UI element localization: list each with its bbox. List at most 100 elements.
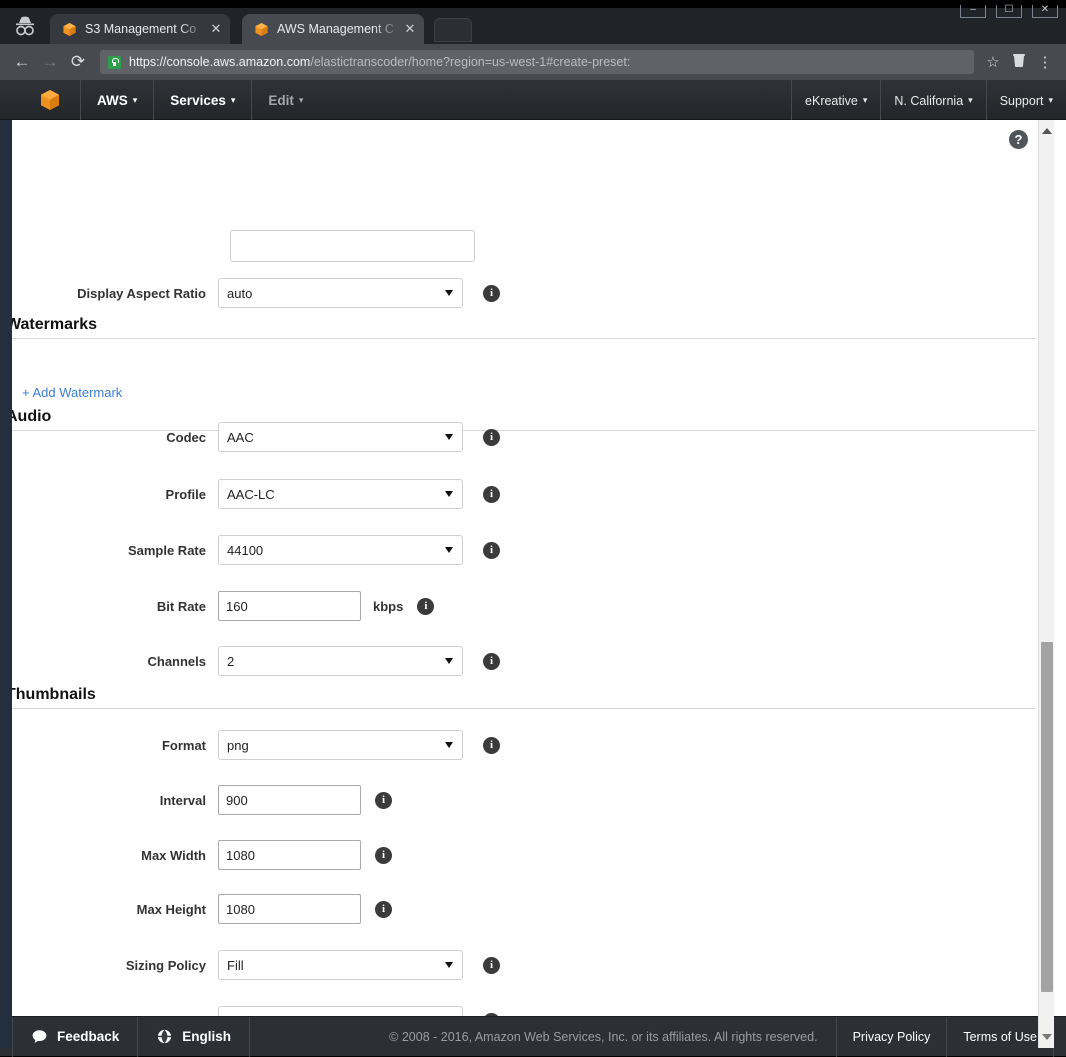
field-label: Max Width — [12, 848, 218, 863]
field-row-display-aspect-ratio: Display Aspect Ratio auto i — [12, 278, 1042, 308]
nav-item-label: eKreative — [805, 94, 858, 108]
forward-arrow-icon: → — [42, 52, 59, 72]
info-icon[interactable]: i — [483, 486, 500, 503]
section-title: Watermarks — [12, 316, 1042, 334]
minimize-icon: – — [970, 5, 976, 15]
chevron-down-icon — [445, 491, 453, 497]
browser-tab-aws-console[interactable]: AWS Management C ✕ — [242, 14, 424, 44]
chevron-down-icon — [445, 962, 453, 968]
thumbnail-max-width-input[interactable]: 1080 — [218, 840, 361, 870]
select-value: Fill — [227, 958, 244, 973]
audio-channels-select[interactable]: 2 — [218, 646, 463, 676]
extension-icon[interactable] — [1006, 52, 1032, 72]
input-value: 1080 — [226, 902, 255, 917]
lock-icon — [108, 56, 121, 69]
info-icon[interactable]: i — [483, 542, 500, 559]
field-label: Interval — [12, 793, 218, 808]
chevron-down-icon: ▾ — [863, 80, 868, 120]
partial-field-above[interactable] — [230, 230, 475, 262]
back-arrow-icon: ← — [14, 52, 31, 72]
globe-icon — [156, 1028, 173, 1045]
field-label: Max Height — [12, 902, 218, 917]
language-button[interactable]: English — [138, 1017, 250, 1057]
aws-cube-logo[interactable] — [38, 88, 62, 112]
field-label: Display Aspect Ratio — [12, 286, 218, 301]
new-tab-button[interactable] — [434, 18, 472, 42]
window-maximize-button[interactable]: ☐ — [996, 5, 1022, 18]
chevron-down-icon: ▾ — [133, 80, 138, 120]
aws-cube-favicon — [254, 22, 269, 37]
feedback-button[interactable]: Feedback — [12, 1017, 138, 1057]
scroll-down-arrow-icon[interactable] — [1042, 1034, 1052, 1040]
nav-item-account[interactable]: eKreative ▾ — [792, 80, 880, 120]
input-value: 1080 — [226, 848, 255, 863]
chevron-down-icon — [445, 742, 453, 748]
field-label: Profile — [12, 487, 218, 502]
field-row-codec: Codec AAC i — [12, 422, 1042, 452]
audio-profile-select[interactable]: AAC-LC — [218, 479, 463, 509]
chevron-down-icon: ▾ — [968, 80, 973, 120]
reload-icon: ⟳ — [71, 52, 85, 72]
chevron-down-icon — [445, 290, 453, 296]
reload-button[interactable]: ⟳ — [64, 48, 92, 76]
audio-bit-rate-input[interactable]: 160 — [218, 591, 361, 621]
incognito-icon — [10, 14, 40, 40]
nav-item-aws[interactable]: AWS ▾ — [81, 80, 153, 120]
thumbnail-max-height-input[interactable]: 1080 — [218, 894, 361, 924]
audio-codec-select[interactable]: AAC — [218, 422, 463, 452]
page-scrollbar[interactable] — [1038, 120, 1054, 1048]
info-icon[interactable]: i — [483, 285, 500, 302]
bookmark-star-icon[interactable]: ☆ — [980, 53, 1006, 71]
field-label: Bit Rate — [12, 599, 218, 614]
thumbnail-sizing-policy-select[interactable]: Fill — [218, 950, 463, 980]
field-label: Sizing Policy — [12, 958, 218, 973]
nav-item-services[interactable]: Services▾ — [154, 80, 251, 120]
info-icon[interactable]: i — [417, 598, 434, 615]
info-icon[interactable]: i — [483, 429, 500, 446]
info-icon[interactable]: i — [375, 792, 392, 809]
thumbnail-format-select[interactable]: png — [218, 730, 463, 760]
field-label: Format — [12, 738, 218, 753]
copyright-text: © 2008 - 2016, Amazon Web Services, Inc.… — [371, 1017, 835, 1057]
browser-menu-icon[interactable]: ⋮ — [1032, 53, 1058, 71]
browser-tab-s3[interactable]: S3 Management Co ✕ — [50, 14, 230, 44]
forward-button[interactable]: → — [36, 48, 64, 76]
field-row-format: Format png i — [12, 730, 1042, 760]
info-icon[interactable]: i — [483, 957, 500, 974]
info-icon[interactable]: i — [375, 847, 392, 864]
select-value: 44100 — [227, 543, 263, 558]
field-row-sizing-policy: Sizing Policy Fill i — [12, 950, 1042, 980]
aws-cube-favicon — [62, 22, 77, 37]
address-bar[interactable]: https://console.aws.amazon.com/elastictr… — [100, 50, 974, 74]
nav-item-edit[interactable]: Edit▾ — [252, 80, 319, 120]
select-value: auto — [227, 286, 252, 301]
language-label: English — [182, 1029, 231, 1044]
browser-window: – ☐ ✕ S3 Management Co ✕ — [0, 0, 1066, 1056]
nav-item-label: AWS — [97, 93, 128, 108]
scroll-up-arrow-icon[interactable] — [1042, 128, 1052, 134]
nav-item-label: N. California — [894, 94, 963, 108]
field-label: Channels — [12, 654, 218, 669]
chevron-down-icon: ▾ — [299, 80, 304, 120]
tab-close-icon[interactable]: ✕ — [402, 21, 418, 37]
info-icon[interactable]: i — [375, 901, 392, 918]
thumbnail-interval-input[interactable]: 900 — [218, 785, 361, 815]
nav-item-support[interactable]: Support▾ — [987, 80, 1066, 120]
field-row-max-width: Max Width 1080 i — [12, 840, 1042, 870]
section-divider — [12, 708, 1036, 709]
add-watermark-link[interactable]: + Add Watermark — [22, 385, 122, 400]
info-icon[interactable]: i — [483, 737, 500, 754]
info-icon[interactable]: i — [483, 653, 500, 670]
nav-item-region[interactable]: N. California ▾ — [881, 80, 985, 120]
nav-item-label: Services — [170, 93, 226, 108]
scrollbar-thumb[interactable] — [1041, 642, 1053, 992]
display-aspect-ratio-select[interactable]: auto — [218, 278, 463, 308]
help-icon[interactable]: ? — [1009, 130, 1028, 149]
tab-title: AWS Management C — [277, 22, 400, 36]
window-close-button[interactable]: ✕ — [1032, 5, 1058, 18]
audio-sample-rate-select[interactable]: 44100 — [218, 535, 463, 565]
privacy-policy-link[interactable]: Privacy Policy — [836, 1017, 947, 1057]
tab-close-icon[interactable]: ✕ — [208, 21, 224, 37]
window-minimize-button[interactable]: – — [960, 5, 986, 18]
back-button[interactable]: ← — [8, 48, 36, 76]
